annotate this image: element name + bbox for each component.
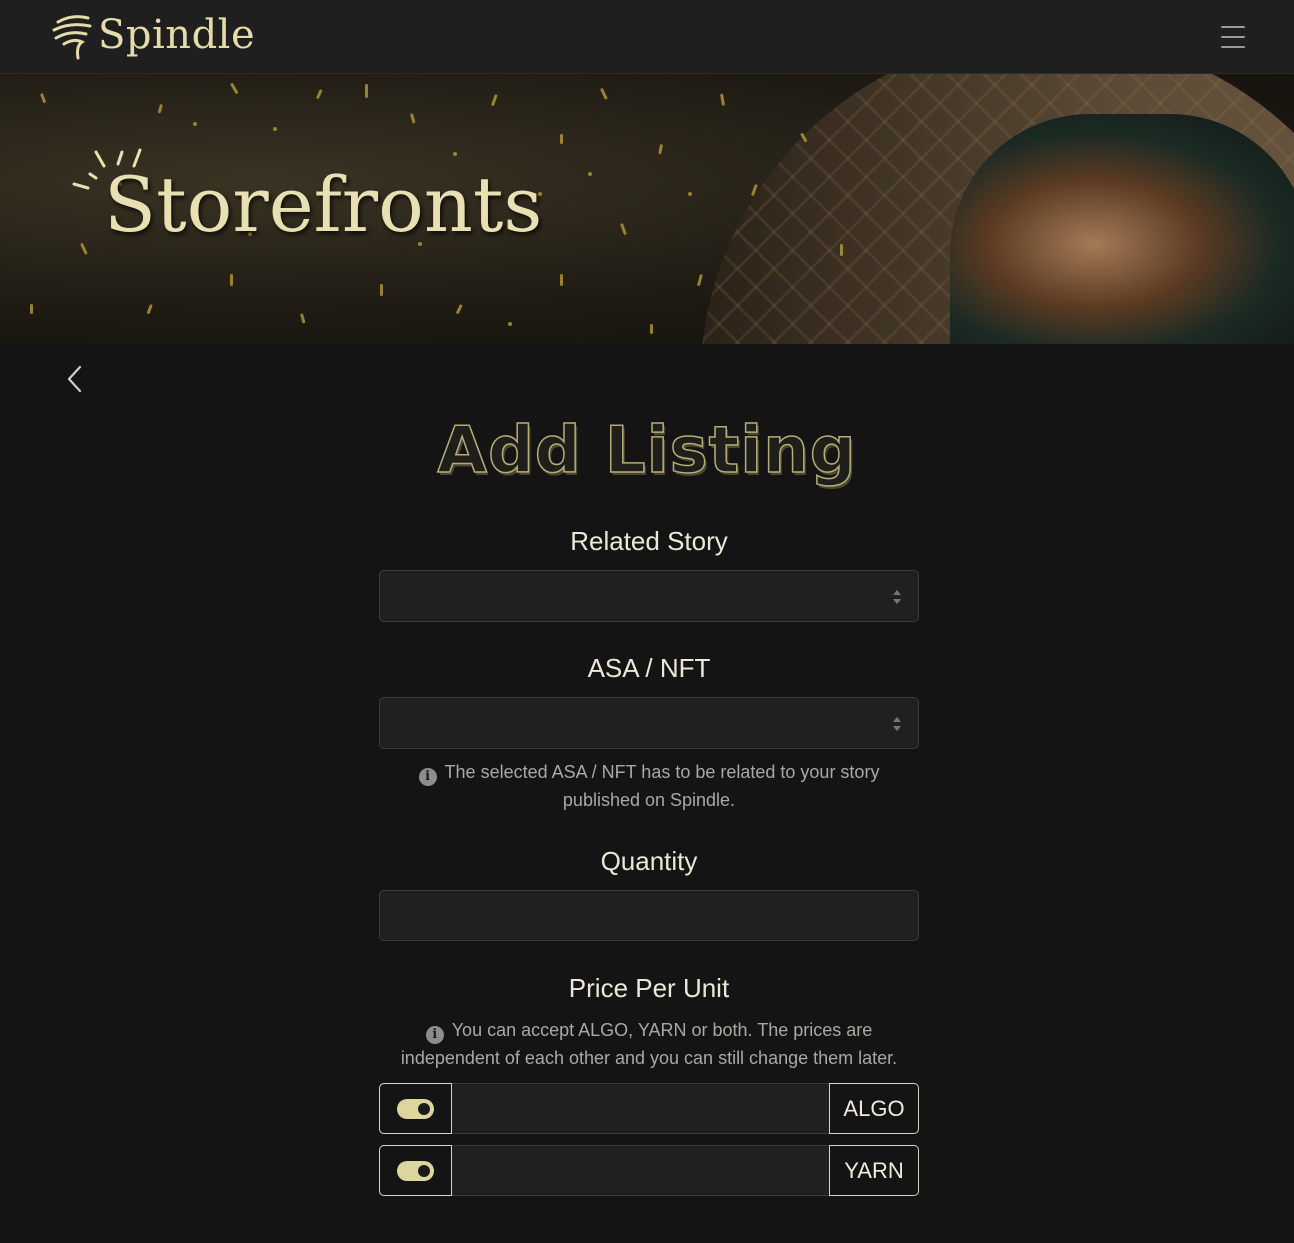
- hero-banner: Storefronts: [0, 74, 1294, 344]
- algo-toggle[interactable]: [397, 1098, 434, 1119]
- asa-nft-hint: i The selected ASA / NFT has to be relate…: [379, 758, 919, 814]
- price-row-yarn: YARN: [379, 1145, 919, 1196]
- info-icon: i: [425, 1026, 444, 1044]
- asa-nft-select[interactable]: [379, 697, 919, 749]
- asa-nft-hint-text: The selected ASA / NFT has to be related…: [444, 762, 880, 810]
- related-story-select[interactable]: [379, 570, 919, 622]
- yarn-price-input[interactable]: [452, 1145, 829, 1196]
- spindle-logo[interactable]: Spindle: [52, 10, 255, 64]
- related-story-label: Related Story: [570, 526, 728, 556]
- price-per-unit-label: Price Per Unit: [568, 973, 730, 1003]
- algo-toggle-container: [379, 1083, 452, 1134]
- yarn-toggle-container: [379, 1145, 452, 1196]
- chevron-left-icon[interactable]: [62, 364, 88, 394]
- price-hint-text: You can accept ALGO, YARN or both. The p…: [400, 1020, 898, 1068]
- app-name: Spindle: [98, 12, 256, 58]
- page-title: Add Listing: [437, 413, 857, 489]
- asa-nft-label: ASA / NFT: [587, 653, 711, 683]
- select-sort-icon: [893, 590, 901, 604]
- price-row-algo: ALGO: [379, 1083, 919, 1134]
- spindle-logo-icon: [52, 15, 92, 60]
- price-hint: i You can accept ALGO, YARN or both. The …: [379, 1016, 919, 1072]
- yarn-currency-label: YARN: [829, 1145, 919, 1196]
- algo-currency-label: ALGO: [829, 1083, 919, 1134]
- select-sort-icon: [893, 717, 901, 731]
- quantity-label: Quantity: [600, 846, 698, 876]
- algo-price-input[interactable]: [452, 1083, 829, 1134]
- top-navbar: Spindle: [0, 0, 1294, 74]
- quantity-input[interactable]: [379, 890, 919, 941]
- yarn-toggle[interactable]: [397, 1160, 434, 1181]
- hamburger-icon[interactable]: [1218, 22, 1248, 52]
- info-icon: i: [418, 768, 437, 786]
- hero-title: Storefronts: [104, 160, 543, 249]
